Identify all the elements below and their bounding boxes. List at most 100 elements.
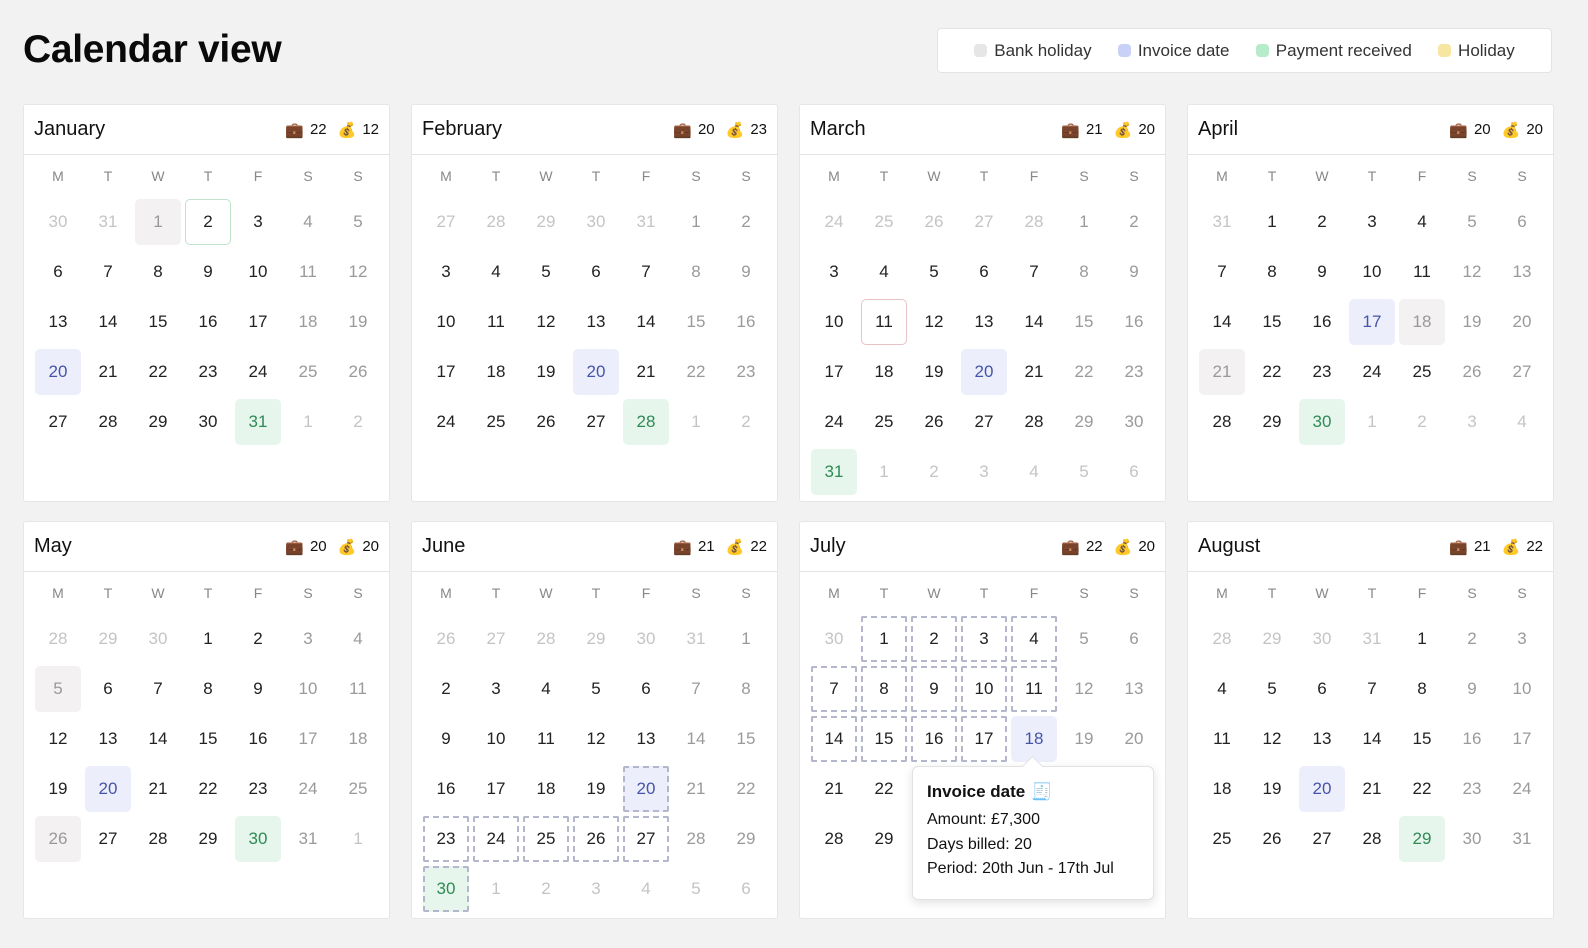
day-cell[interactable]: 1 [721, 614, 771, 664]
day-cell[interactable]: 19 [521, 347, 571, 397]
day-cell[interactable]: 8 [671, 247, 721, 297]
day-cell[interactable]: 10 [1347, 247, 1397, 297]
day-cell[interactable]: 15 [721, 714, 771, 764]
day-cell[interactable]: 4 [333, 614, 383, 664]
day-cell[interactable]: 9 [233, 664, 283, 714]
day-cell[interactable]: 24 [809, 197, 859, 247]
day-cell[interactable]: 6 [1297, 664, 1347, 714]
day-cell[interactable]: 24 [809, 397, 859, 447]
day-cell[interactable]: 31 [1347, 614, 1397, 664]
day-cell[interactable]: 3 [471, 664, 521, 714]
day-cell[interactable]: 23 [1109, 347, 1159, 397]
day-cell[interactable]: 18 [1397, 297, 1447, 347]
day-cell[interactable]: 25 [283, 347, 333, 397]
day-cell[interactable]: 21 [671, 764, 721, 814]
day-cell[interactable]: 3 [1347, 197, 1397, 247]
day-cell[interactable]: 22 [1397, 764, 1447, 814]
day-cell[interactable]: 2 [183, 197, 233, 247]
day-cell[interactable]: 26 [909, 397, 959, 447]
day-cell[interactable]: 25 [333, 764, 383, 814]
day-cell[interactable]: 28 [83, 397, 133, 447]
day-cell[interactable]: 16 [421, 764, 471, 814]
day-cell[interactable]: 4 [1197, 664, 1247, 714]
day-cell[interactable]: 29 [1247, 614, 1297, 664]
day-cell[interactable]: 13 [1497, 247, 1547, 297]
day-cell[interactable]: 16 [721, 297, 771, 347]
day-cell[interactable]: 10 [959, 664, 1009, 714]
day-cell[interactable]: 26 [333, 347, 383, 397]
day-cell[interactable]: 1 [1347, 397, 1397, 447]
day-cell[interactable]: 16 [909, 714, 959, 764]
day-cell[interactable]: 29 [1059, 397, 1109, 447]
day-cell[interactable]: 28 [1347, 814, 1397, 864]
day-cell[interactable]: 8 [1247, 247, 1297, 297]
day-cell[interactable]: 10 [283, 664, 333, 714]
day-cell[interactable]: 31 [83, 197, 133, 247]
day-cell[interactable]: 2 [421, 664, 471, 714]
day-cell[interactable]: 15 [1397, 714, 1447, 764]
day-cell[interactable]: 2 [1397, 397, 1447, 447]
day-cell[interactable]: 1 [1247, 197, 1297, 247]
day-cell[interactable]: 12 [909, 297, 959, 347]
day-cell[interactable]: 8 [183, 664, 233, 714]
day-cell[interactable]: 22 [1059, 347, 1109, 397]
day-cell[interactable]: 12 [571, 714, 621, 764]
day-cell[interactable]: 3 [571, 864, 621, 914]
day-cell[interactable]: 7 [809, 664, 859, 714]
day-cell[interactable]: 23 [1447, 764, 1497, 814]
day-cell[interactable]: 31 [283, 814, 333, 864]
day-cell[interactable]: 21 [83, 347, 133, 397]
day-cell[interactable]: 22 [133, 347, 183, 397]
day-cell[interactable]: 11 [283, 247, 333, 297]
day-cell[interactable]: 26 [1447, 347, 1497, 397]
day-cell[interactable]: 24 [471, 814, 521, 864]
day-cell[interactable]: 31 [1497, 814, 1547, 864]
day-cell[interactable]: 26 [1247, 814, 1297, 864]
day-cell[interactable]: 28 [1197, 397, 1247, 447]
day-cell[interactable]: 22 [1247, 347, 1297, 397]
day-cell[interactable]: 3 [1497, 614, 1547, 664]
day-cell[interactable]: 19 [909, 347, 959, 397]
day-cell[interactable]: 17 [233, 297, 283, 347]
day-cell[interactable]: 9 [721, 247, 771, 297]
day-cell[interactable]: 4 [471, 247, 521, 297]
day-cell[interactable]: 28 [809, 814, 859, 864]
day-cell[interactable]: 26 [571, 814, 621, 864]
day-cell[interactable]: 13 [571, 297, 621, 347]
day-cell[interactable]: 14 [1347, 714, 1397, 764]
day-cell[interactable]: 23 [1297, 347, 1347, 397]
day-cell[interactable]: 30 [233, 814, 283, 864]
day-cell[interactable]: 21 [621, 347, 671, 397]
day-cell[interactable]: 31 [809, 447, 859, 497]
day-cell[interactable]: 17 [959, 714, 1009, 764]
day-cell[interactable]: 15 [671, 297, 721, 347]
day-cell[interactable]: 1 [133, 197, 183, 247]
day-cell[interactable]: 11 [1397, 247, 1447, 297]
day-cell[interactable]: 19 [571, 764, 621, 814]
day-cell[interactable]: 9 [1297, 247, 1347, 297]
day-cell[interactable]: 14 [671, 714, 721, 764]
day-cell[interactable]: 21 [1347, 764, 1397, 814]
day-cell[interactable]: 16 [1109, 297, 1159, 347]
day-cell[interactable]: 6 [83, 664, 133, 714]
day-cell[interactable]: 29 [521, 197, 571, 247]
day-cell[interactable]: 25 [859, 197, 909, 247]
day-cell[interactable]: 29 [183, 814, 233, 864]
day-cell[interactable]: 17 [1347, 297, 1397, 347]
day-cell[interactable]: 11 [1009, 664, 1059, 714]
day-cell[interactable]: 13 [1297, 714, 1347, 764]
day-cell[interactable]: 6 [1109, 447, 1159, 497]
day-cell[interactable]: 30 [421, 864, 471, 914]
day-cell[interactable]: 3 [809, 247, 859, 297]
day-cell[interactable]: 10 [1497, 664, 1547, 714]
day-cell[interactable]: 1 [859, 614, 909, 664]
day-cell[interactable]: 23 [233, 764, 283, 814]
day-cell[interactable]: 7 [671, 664, 721, 714]
day-cell[interactable]: 14 [1197, 297, 1247, 347]
day-cell[interactable]: 12 [33, 714, 83, 764]
day-cell[interactable]: 30 [809, 614, 859, 664]
day-cell[interactable]: 2 [909, 447, 959, 497]
day-cell[interactable]: 15 [1247, 297, 1297, 347]
day-cell[interactable]: 10 [471, 714, 521, 764]
day-cell[interactable]: 13 [1109, 664, 1159, 714]
